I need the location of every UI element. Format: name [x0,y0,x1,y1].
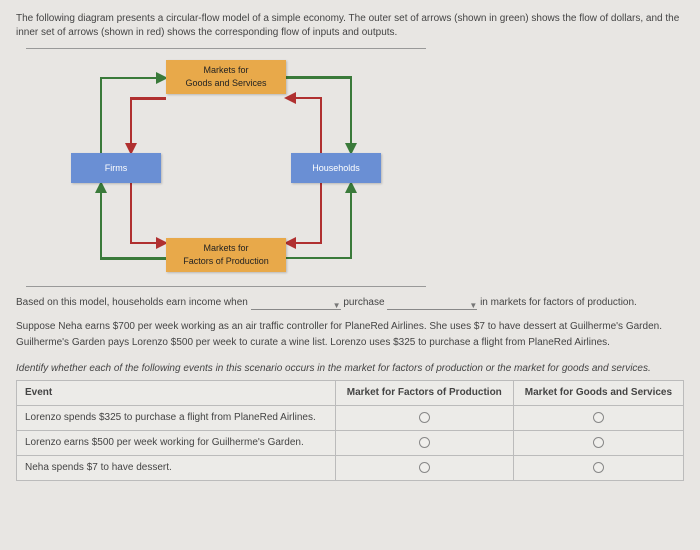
radio-goods[interactable] [593,412,604,423]
radio-factors[interactable] [419,462,430,473]
markets-goods-box: Markets forGoods and Services [166,60,286,94]
col-factors: Market for Factors of Production [335,381,513,406]
dropdown-blank-1[interactable]: ▼ [251,298,341,310]
table-header-row: Event Market for Factors of Production M… [17,381,684,406]
households-box: Households [291,153,381,183]
col-event: Event [17,381,336,406]
question-mid: purchase [343,297,384,308]
circular-flow-diagram: Markets forGoods and Services Firms Hous… [16,48,436,288]
dropdown-blank-2[interactable]: ▼ [387,298,477,310]
intro-text: The following diagram presents a circula… [16,12,684,40]
divider-bottom [26,286,426,287]
scenario-line-1: Suppose Neha earns $700 per week working… [16,320,684,334]
fill-blank-question: Based on this model, households earn inc… [16,296,684,310]
event-cell: Lorenzo earns $500 per week working for … [17,431,336,456]
radio-factors[interactable] [419,437,430,448]
table-row: Lorenzo earns $500 per week working for … [17,431,684,456]
firms-box: Firms [71,153,161,183]
table-row: Neha spends $7 to have dessert. [17,456,684,481]
scenario-text: Suppose Neha earns $700 per week working… [16,320,684,350]
table-row: Lorenzo spends $325 to purchase a flight… [17,406,684,431]
chevron-down-icon: ▼ [333,300,341,311]
markets-factors-box: Markets forFactors of Production [166,238,286,272]
events-table: Event Market for Factors of Production M… [16,380,684,481]
scenario-line-2: Guilherme's Garden pays Lorenzo $500 per… [16,336,684,350]
radio-goods[interactable] [593,462,604,473]
radio-goods[interactable] [593,437,604,448]
radio-factors[interactable] [419,412,430,423]
col-goods: Market for Goods and Services [513,381,683,406]
event-cell: Lorenzo spends $325 to purchase a flight… [17,406,336,431]
event-cell: Neha spends $7 to have dessert. [17,456,336,481]
question-prefix: Based on this model, households earn inc… [16,297,248,308]
identify-prompt: Identify whether each of the following e… [16,362,684,376]
question-suffix: in markets for factors of production. [480,297,637,308]
chevron-down-icon: ▼ [469,300,477,311]
